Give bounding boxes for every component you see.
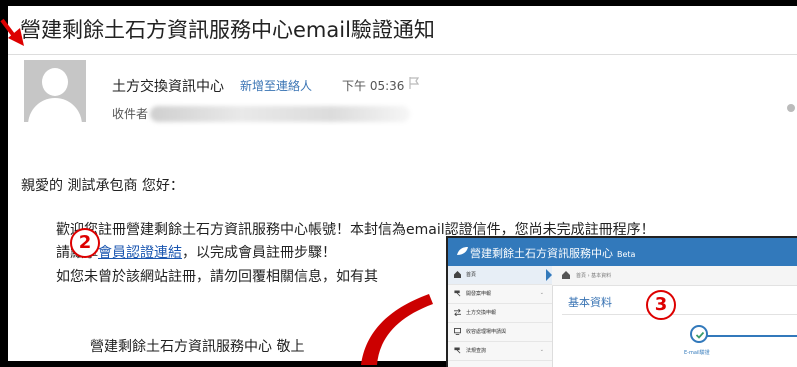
progress-step-line — [698, 335, 797, 337]
home-icon — [454, 271, 461, 278]
app-title: 營建剩餘土石方資訊服務中心 Beta — [470, 245, 635, 261]
sidebar-item-label: 收容處理場申請與 — [466, 329, 507, 335]
system-screenshot-inset: 營建剩餘土石方資訊服務中心 Beta 首頁 開發案申報 ⌄ 土方交換申報 收容處理… — [446, 236, 797, 367]
step-label: E-mail驗證 — [684, 350, 710, 356]
sidebar-item-disposal-site[interactable]: 收容處理場申請與 — [448, 323, 552, 342]
hammer-icon — [454, 347, 461, 354]
email-body-line-3: 如您未曾於該網站註冊，請勿回覆相關信息，如有其 — [56, 269, 378, 285]
sidebar: 首頁 開發案申報 ⌄ 土方交換申報 收容處理場申請與 法規查詢 ⌄ — [448, 266, 553, 367]
header-divider — [8, 54, 797, 55]
app-top-bar: 營建剩餘土石方資訊服務中心 Beta — [448, 238, 797, 266]
app-title-text: 營建剩餘土石方資訊服務中心 — [470, 247, 613, 260]
red-pointer-arrow-icon — [0, 18, 24, 46]
sidebar-item-earth-exchange[interactable]: 土方交換申報 — [448, 304, 552, 323]
breadcrumb[interactable]: 首頁 › 基本資料 — [576, 272, 611, 279]
member-verification-link[interactable]: 會員認證連結 — [98, 245, 182, 261]
line2-suffix: ，以完成會員註冊步驟！ — [182, 245, 336, 261]
email-signature: 營建剩餘土石方資訊服務中心 敬上 — [90, 339, 305, 355]
email-greeting: 親愛的 測試承包商 您好： — [21, 178, 184, 194]
home-icon[interactable] — [562, 271, 570, 279]
received-time: 下午 05:36 — [342, 79, 405, 93]
sidebar-item-label: 法規查詢 — [466, 348, 487, 354]
email-subject: 營建剩餘土石方資訊服務中心email驗證通知 — [20, 18, 435, 42]
recipient-label: 收件者 — [112, 107, 149, 121]
sidebar-item-label: 開發案申報 — [466, 291, 492, 297]
exchange-icon — [454, 309, 461, 316]
step-3-badge: 3 — [646, 290, 676, 320]
monitor-icon — [454, 328, 461, 335]
recipient-address-redacted — [150, 106, 410, 122]
breadcrumb-bar: 首頁 › 基本資料 — [552, 266, 797, 286]
scroll-indicator-icon — [787, 104, 795, 112]
step-email-verify — [690, 325, 708, 343]
avatar-body — [28, 98, 82, 122]
leaf-logo-icon — [457, 247, 468, 255]
sidebar-item-development-report[interactable]: 開發案申報 ⌄ — [448, 285, 552, 304]
sidebar-item-label: 首頁 — [466, 272, 477, 278]
hammer-icon — [454, 290, 461, 297]
avatar-head — [42, 68, 68, 96]
panel-divider — [562, 314, 797, 315]
chevron-down-icon: ⌄ — [539, 290, 544, 296]
check-icon — [695, 331, 705, 339]
flag-icon[interactable] — [409, 77, 419, 89]
sender-name[interactable]: 土方交換資訊中心 — [112, 76, 224, 96]
chevron-down-icon: ⌄ — [539, 347, 544, 353]
sidebar-item-home[interactable]: 首頁 — [448, 266, 552, 285]
add-to-contacts-link[interactable]: 新增至連絡人 — [240, 77, 312, 94]
red-curved-arrow-icon — [361, 294, 433, 365]
step-2-badge: 2 — [70, 228, 100, 258]
sidebar-item-label: 土方交換申報 — [466, 310, 497, 316]
sender-avatar — [24, 60, 86, 122]
page-title: 基本資料 — [568, 296, 612, 309]
beta-tag: Beta — [617, 250, 636, 259]
sidebar-item-regulations[interactable]: 法規查詢 ⌄ — [448, 342, 552, 361]
